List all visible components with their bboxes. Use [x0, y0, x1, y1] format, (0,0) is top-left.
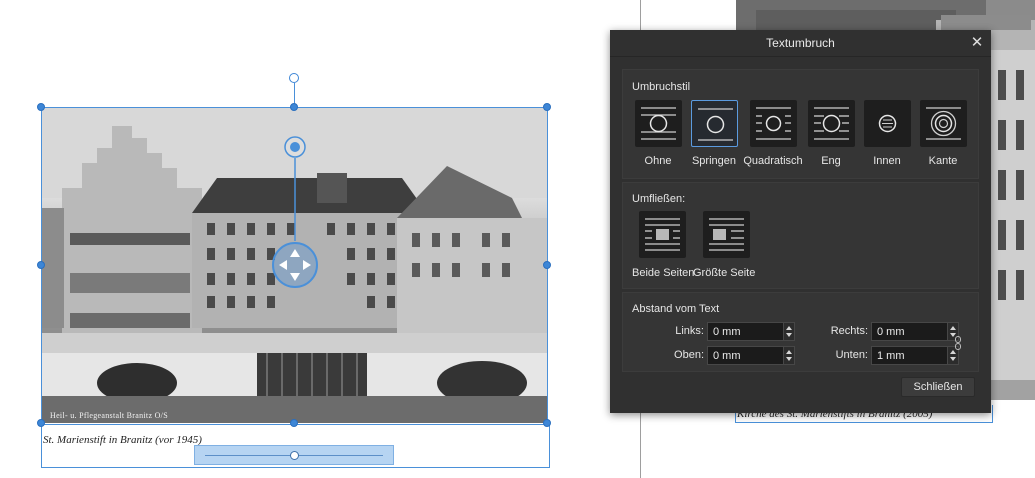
wrap-style-jump-button[interactable] [691, 100, 738, 147]
flow-both-sides-label: Beide Seiten [632, 267, 695, 279]
top-distance-input[interactable] [707, 346, 785, 365]
wrap-style-square-button[interactable] [750, 100, 797, 147]
resize-handle-bottom[interactable] [290, 419, 298, 427]
wrap-square-icon [756, 107, 791, 140]
resize-handle-top-left[interactable] [37, 103, 45, 111]
flow-largest-side-label: Größte Seite [693, 267, 756, 279]
wrap-tight-icon [814, 107, 849, 140]
wrap-style-edge-label: Kante [928, 155, 958, 167]
resize-handle-bottom-left[interactable] [37, 419, 45, 427]
close-icon[interactable]: ✕ [967, 30, 987, 56]
wrap-style-section: Umbruchstil Ohne Springen Quadratisch En… [622, 69, 979, 179]
wrap-style-none-button[interactable] [635, 100, 682, 147]
chain-link-icon[interactable] [955, 336, 961, 350]
left-distance-stepper[interactable] [783, 322, 795, 341]
wrap-jump-icon [698, 108, 733, 141]
flow-section: Umfließen: Beide Seiten Größte Seite [622, 182, 979, 289]
left-distance-label: Links: [675, 325, 704, 337]
left-distance-input[interactable] [707, 322, 785, 341]
rotation-handle[interactable] [289, 73, 299, 83]
wrap-style-inside-button[interactable] [864, 100, 911, 147]
distance-section: Abstand vom Text Links: Oben: Rechts: Un… [622, 292, 979, 372]
close-dialog-button[interactable]: Schließen [901, 377, 975, 397]
top-distance-stepper[interactable] [783, 346, 795, 365]
wrap-none-icon [641, 107, 676, 140]
flow-label: Umfließen: [632, 193, 686, 205]
wrap-style-tight-button[interactable] [808, 100, 855, 147]
move-handle-icon[interactable] [270, 136, 320, 291]
wrap-style-label: Umbruchstil [632, 81, 691, 93]
text-wrap-dialog: Textumbruch ✕ Umbruchstil Ohne Springen … [610, 30, 991, 413]
bottom-distance-label: Unten: [835, 349, 868, 361]
wrap-style-edge-button[interactable] [920, 100, 967, 147]
distance-label: Abstand vom Text [632, 303, 720, 315]
resize-handle-bottom-right[interactable] [543, 419, 551, 427]
image-scale-slider[interactable] [194, 445, 394, 465]
flow-largest-side-button[interactable] [703, 211, 750, 258]
flow-both-sides-button[interactable] [639, 211, 686, 258]
top-distance-label: Oben: [674, 349, 704, 361]
dialog-title: Textumbruch [766, 36, 835, 50]
slider-knob[interactable] [290, 451, 299, 460]
resize-handle-top-right[interactable] [543, 103, 551, 111]
flow-largest-side-icon [709, 218, 744, 251]
bottom-distance-input[interactable] [871, 346, 949, 365]
dialog-titlebar[interactable]: Textumbruch ✕ [610, 30, 991, 57]
right-distance-input[interactable] [871, 322, 949, 341]
resize-handle-right[interactable] [543, 261, 551, 269]
right-distance-label: Rechts: [830, 325, 868, 337]
flow-both-sides-icon [645, 218, 680, 251]
resize-handle-top[interactable] [290, 103, 298, 111]
resize-handle-left[interactable] [37, 261, 45, 269]
wrap-inside-icon [878, 114, 897, 133]
wrap-edge-icon [926, 107, 961, 140]
